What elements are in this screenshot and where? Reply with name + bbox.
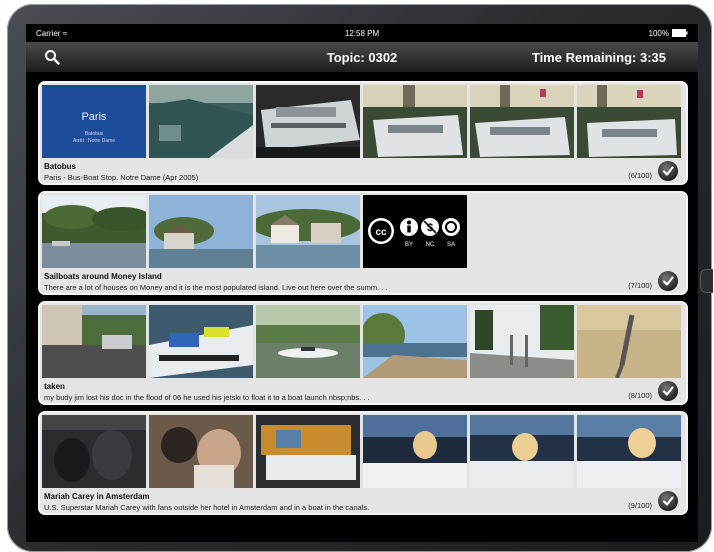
status-bar: Carrier ≈ 12:58 PM 100% <box>26 24 698 42</box>
thumbnail-strip: Paris Batobus Arrêt : Notre Dame <box>42 85 681 158</box>
card-title: taken <box>44 382 65 391</box>
result-card[interactable]: taken my budy jim lost his doc in the fl… <box>38 301 688 405</box>
checkmark-icon <box>662 166 674 176</box>
thumbnail-strip <box>42 305 681 378</box>
photo-thumbnail[interactable] <box>363 415 467 488</box>
card-description: U.S. Superstar Mariah Carey with fans ou… <box>44 503 370 512</box>
photo-thumbnail[interactable] <box>470 305 574 378</box>
photo-thumbnail[interactable] <box>149 305 253 378</box>
photo-thumbnail[interactable] <box>149 195 253 268</box>
thumbnail-strip: cc $ BY NC SA <box>42 195 467 268</box>
photo-thumbnail[interactable] <box>470 415 574 488</box>
result-card[interactable]: Paris Batobus Arrêt : Notre Dame Batobus… <box>38 81 688 185</box>
photo-thumbnail[interactable] <box>363 305 467 378</box>
side-button[interactable] <box>700 269 713 293</box>
checkmark-icon <box>662 386 674 396</box>
photo-thumbnail[interactable] <box>256 415 360 488</box>
sign-city: Paris <box>81 111 107 123</box>
result-list: Paris Batobus Arrêt : Notre Dame Batobus… <box>38 81 692 521</box>
result-count: (6/100) <box>628 171 652 180</box>
clock: 12:58 PM <box>344 28 380 38</box>
card-title: Mariah Carey in Amsterdam <box>44 492 150 501</box>
sign-line1: Batobus <box>84 131 104 137</box>
license-sa: SA <box>447 242 455 248</box>
license-by: BY <box>405 242 413 248</box>
checkmark-icon <box>662 496 674 506</box>
photo-thumbnail[interactable] <box>149 85 253 158</box>
photo-thumbnail[interactable] <box>42 415 146 488</box>
photo-thumbnail[interactable] <box>577 85 681 158</box>
time-remaining: Time Remaining: 3:35 <box>531 49 666 65</box>
card-description: my budy jim lost his doc in the flood of… <box>44 393 370 402</box>
photo-thumbnail[interactable] <box>577 415 681 488</box>
nav-bar: Topic: 0302 Time Remaining: 3:35 <box>26 42 698 72</box>
check-button[interactable] <box>658 381 678 401</box>
photo-thumbnail[interactable] <box>42 195 146 268</box>
check-button[interactable] <box>658 491 678 511</box>
card-description: Paris - Bus-Boat Stop. Notre Dame (Apr 2… <box>44 173 199 182</box>
photo-thumbnail[interactable] <box>577 305 681 378</box>
card-description: There are a lot of houses on Money and i… <box>44 283 388 292</box>
result-card[interactable]: Mariah Carey in Amsterdam U.S. Superstar… <box>38 411 688 515</box>
screen: Carrier ≈ 12:58 PM 100% Topic: 0302 Time… <box>26 24 698 542</box>
sign-line2: Arrêt : Notre Dame <box>73 138 115 144</box>
photo-thumbnail[interactable] <box>363 85 467 158</box>
photo-thumbnail[interactable] <box>149 415 253 488</box>
result-count: (8/100) <box>628 391 652 400</box>
check-button[interactable] <box>658 271 678 291</box>
checkmark-icon <box>662 276 674 286</box>
photo-thumbnail[interactable] <box>256 85 360 158</box>
thumbnail-strip <box>42 415 681 488</box>
result-card[interactable]: cc $ BY NC SA Sailboats around Money Isl… <box>38 191 688 295</box>
result-count: (9/100) <box>628 501 652 510</box>
card-title: Batobus <box>44 162 76 171</box>
photo-thumbnail[interactable] <box>42 305 146 378</box>
photo-thumbnail[interactable] <box>256 195 360 268</box>
photo-thumbnail[interactable] <box>256 305 360 378</box>
license-nc: NC <box>426 242 435 248</box>
card-title: Sailboats around Money Island <box>44 272 162 281</box>
svg-text:cc: cc <box>375 227 387 238</box>
photo-thumbnail[interactable] <box>470 85 574 158</box>
check-button[interactable] <box>658 161 678 181</box>
result-count: (7/100) <box>628 281 652 290</box>
cc-license-image[interactable]: cc $ BY NC SA <box>363 195 467 268</box>
photo-thumbnail[interactable]: Paris Batobus Arrêt : Notre Dame <box>42 85 146 158</box>
